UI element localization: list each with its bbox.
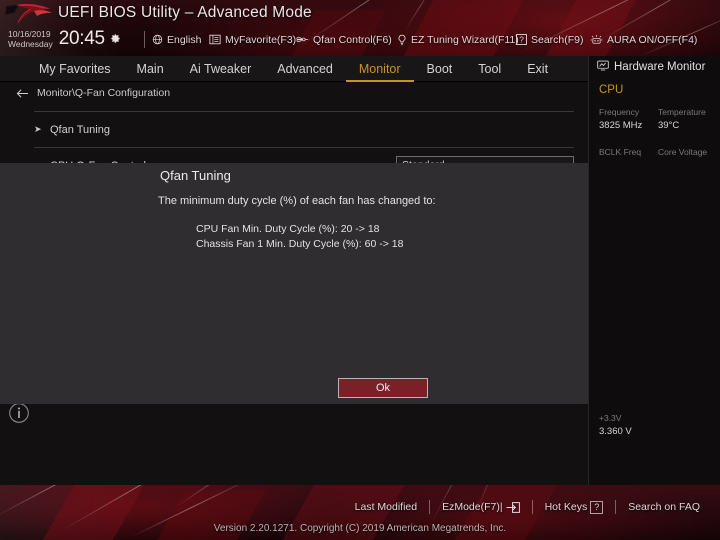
hw-label: BCLK Freq xyxy=(599,147,642,157)
rog-logo-icon xyxy=(4,2,56,28)
main-content-panel: Monitor\Q-Fan Configuration ➤ Qfan Tunin… xyxy=(0,82,588,485)
header-item-myfavorite[interactable]: MyFavorite(F3) xyxy=(209,31,296,48)
tab-advanced[interactable]: Advanced xyxy=(264,56,346,82)
header-bar: UEFI BIOS Utility – Advanced Mode 10/16/… xyxy=(0,0,720,56)
hw-value: 3.360 V xyxy=(599,426,632,437)
page-title: UEFI BIOS Utility – Advanced Mode xyxy=(58,4,312,21)
header-item-label: EZ Tuning Wizard(F11) xyxy=(411,33,519,46)
dialog-detail-cpu-fan: CPU Fan Min. Duty Cycle (%): 20 -> 18 xyxy=(196,223,380,235)
footer-link-last-modified[interactable]: Last Modified xyxy=(343,501,429,513)
hw-cell-frequency: Frequency 3825 MHz xyxy=(599,106,658,133)
hw-value: 3825 MHz xyxy=(599,120,643,131)
list-item-label: Qfan Tuning xyxy=(50,123,110,136)
hw-label: Core Voltage xyxy=(658,147,708,157)
footer-link-hot-keys[interactable]: Hot Keys ? xyxy=(533,500,616,514)
header-item-label: Search(F9) xyxy=(531,33,584,46)
svg-text:?: ? xyxy=(519,35,524,44)
lightbulb-icon xyxy=(397,34,407,46)
header-item-search[interactable]: ? Search(F9) xyxy=(516,31,584,48)
breadcrumb-label: Monitor\Q-Fan Configuration xyxy=(37,87,171,99)
tab-exit[interactable]: Exit xyxy=(514,56,561,82)
hardware-monitor-label: Hardware Monitor xyxy=(614,61,706,73)
hardware-monitor-title: Hardware Monitor xyxy=(597,60,705,74)
hw-cell-bclk-freq: BCLK Freq xyxy=(599,146,658,159)
hw-value: 39°C xyxy=(658,120,680,131)
globe-icon xyxy=(152,34,163,45)
list-item-qfan-tuning[interactable]: ➤ Qfan Tuning xyxy=(34,111,574,147)
hw-row-bclk-corevoltage: BCLK Freq Core Voltage xyxy=(599,146,717,159)
qfan-tuning-dialog: Qfan Tuning The minimum duty cycle (%) o… xyxy=(0,163,588,404)
back-arrow-icon[interactable] xyxy=(16,88,29,99)
hw-label: +3.3V xyxy=(599,413,622,423)
monitor-icon xyxy=(597,60,609,74)
ok-button[interactable]: Ok xyxy=(338,378,428,398)
tab-my-favorites[interactable]: My Favorites xyxy=(26,56,124,82)
header-item-label: MyFavorite(F3) xyxy=(225,33,297,46)
header-item-qfan-control[interactable]: Qfan Control(F6) xyxy=(296,31,392,48)
hw-section-cpu: CPU xyxy=(599,84,624,96)
arrow-exit-icon xyxy=(506,501,520,513)
footer-link-label: Last Modified xyxy=(354,501,418,513)
weekday-label: Wednesday xyxy=(8,39,53,49)
tab-main[interactable]: Main xyxy=(124,56,177,82)
hw-row-frequency-temperature: Frequency 3825 MHz Temperature 39°C xyxy=(599,106,717,133)
gear-icon[interactable] xyxy=(110,31,121,43)
header-item-language[interactable]: English xyxy=(152,31,201,48)
header-item-ez-tuning-wizard[interactable]: EZ Tuning Wizard(F11) xyxy=(397,31,519,48)
footer-bar: Last Modified EzMode(F7)| Hot Keys ? Sea… xyxy=(0,485,720,540)
question-box-icon: ? xyxy=(516,34,527,45)
list-icon xyxy=(209,34,221,45)
bios-screen: UEFI BIOS Utility – Advanced Mode 10/16/… xyxy=(0,0,720,540)
date-label: 10/16/2019 xyxy=(8,29,51,39)
tab-boot[interactable]: Boot xyxy=(414,56,466,82)
question-key-icon: ? xyxy=(590,500,604,514)
hw-row-voltage-33v: +3.3V 3.360 V xyxy=(599,412,717,439)
info-icon[interactable] xyxy=(8,402,30,424)
header-item-label: Qfan Control(F6) xyxy=(313,33,392,46)
footer-link-label: Search on FAQ xyxy=(628,501,700,513)
dialog-message: The minimum duty cycle (%) of each fan h… xyxy=(158,195,436,207)
header-item-label: AURA ON/OFF(F4) xyxy=(607,33,698,46)
chevron-right-icon: ➤ xyxy=(34,124,42,134)
tab-list: My Favorites Main Ai Tweaker Advanced Mo… xyxy=(0,56,561,82)
hw-cell-temperature: Temperature 39°C xyxy=(658,106,717,133)
header-item-aura[interactable]: AURA ON/OFF(F4) xyxy=(590,31,697,48)
hw-label: Frequency xyxy=(599,107,640,117)
fan-icon xyxy=(296,34,309,45)
hw-cell-core-voltage: Core Voltage xyxy=(658,146,717,159)
aura-icon xyxy=(590,34,603,46)
footer-link-label: Hot Keys xyxy=(544,501,588,513)
hardware-monitor-sidebar: Hardware Monitor CPU Frequency 3825 MHz … xyxy=(588,56,720,485)
footer-link-search-on-faq[interactable]: Search on FAQ xyxy=(616,501,712,513)
footer-link-label: EzMode(F7)| xyxy=(442,501,503,513)
dialog-detail-chassis-fan: Chassis Fan 1 Min. Duty Cycle (%): 60 ->… xyxy=(196,238,404,250)
time-label: 20:45 xyxy=(58,28,105,49)
dialog-details: CPU Fan Min. Duty Cycle (%): 20 -> 18 Ch… xyxy=(196,222,403,252)
header-item-label: English xyxy=(167,33,202,46)
dialog-title: Qfan Tuning xyxy=(160,168,231,183)
breadcrumb: Monitor\Q-Fan Configuration xyxy=(16,87,170,99)
footer-links: Last Modified EzMode(F7)| Hot Keys ? Sea… xyxy=(343,500,712,514)
datetime-display: 10/16/2019 Wednesday 20:45 xyxy=(8,29,121,49)
tab-monitor[interactable]: Monitor xyxy=(345,56,414,82)
version-text: Version 2.20.1271. Copyright (C) 2019 Am… xyxy=(213,523,507,534)
hw-label: Temperature xyxy=(658,107,706,117)
footer-link-ezmode[interactable]: EzMode(F7)| xyxy=(430,501,532,513)
tab-ai-tweaker[interactable]: Ai Tweaker xyxy=(177,56,265,82)
tab-tool[interactable]: Tool xyxy=(465,56,514,82)
